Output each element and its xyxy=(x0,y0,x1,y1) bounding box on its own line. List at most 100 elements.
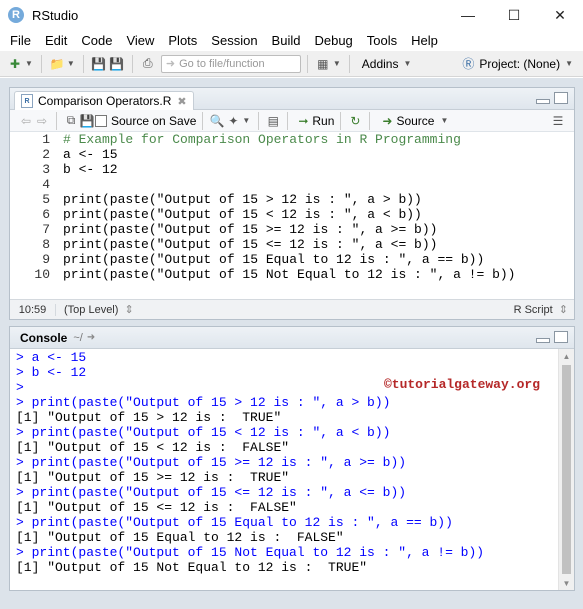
cursor-position: 10:59 xyxy=(10,303,56,316)
console-header: Console ~/ ➜ xyxy=(10,327,574,349)
tab-label: Comparison Operators.R xyxy=(38,94,172,108)
chevron-updown-icon: ⇕ xyxy=(124,304,134,316)
code-line: print(paste("Output of 15 Equal to 12 is… xyxy=(63,252,485,267)
toolbar-divider xyxy=(348,54,350,73)
console-prompt-line[interactable]: > xyxy=(16,575,558,590)
code-line: b <- 12 xyxy=(63,162,118,177)
source-button[interactable]: ➜ Source ▼ xyxy=(382,114,450,128)
console-line: > a <- 15 xyxy=(16,350,87,365)
toolbar-divider xyxy=(287,111,289,130)
scroll-up-icon[interactable]: ▲ xyxy=(559,349,574,363)
menu-debug[interactable]: Debug xyxy=(308,33,358,48)
minimize-pane-icon[interactable] xyxy=(536,99,550,104)
menu-code[interactable]: Code xyxy=(75,33,118,48)
line-number-gutter: 1 2 3 4 5 6 7 8 9 10 xyxy=(10,132,56,297)
menu-tools[interactable]: Tools xyxy=(361,33,403,48)
console-title: Console xyxy=(20,330,68,345)
title-bar: R RStudio — ☐ ✕ xyxy=(0,0,583,30)
chevron-down-icon[interactable]: ▼ xyxy=(67,59,75,68)
chevron-down-icon[interactable]: ▼ xyxy=(242,116,250,125)
compile-report-icon[interactable]: ▤ xyxy=(265,113,281,129)
code-line: print(paste("Output of 15 <= 12 is : ", … xyxy=(63,237,438,252)
project-icon: Ⓡ xyxy=(462,57,475,71)
run-arrow-icon: ➞ xyxy=(298,113,309,128)
scrollbar-thumb[interactable] xyxy=(562,365,571,574)
project-label: Project: (None) xyxy=(479,56,561,71)
line-number: 10 xyxy=(34,267,50,282)
back-arrow-icon[interactable]: ⇦ xyxy=(18,113,34,129)
language-selector[interactable]: R Script ⇕ xyxy=(514,303,568,316)
print-icon[interactable]: ⎙ xyxy=(139,55,157,73)
console-line: [1] "Output of 15 <= 12 is : FALSE" xyxy=(16,500,297,515)
toolbar-divider xyxy=(82,54,84,73)
menu-bar: File Edit Code View Plots Session Build … xyxy=(0,30,583,51)
code-line: a <- 15 xyxy=(63,147,118,162)
source-arrow-icon: ➜ xyxy=(382,113,393,128)
console-line: > print(paste("Output of 15 > 12 is : ",… xyxy=(16,395,391,410)
document-outline-icon[interactable]: ☰ xyxy=(550,113,566,129)
addins-button[interactable]: Addins ▼ xyxy=(362,57,414,71)
save-all-icon[interactable]: 💾 xyxy=(108,55,126,73)
rerun-icon[interactable]: ↻ xyxy=(347,113,363,129)
grid-layout-icon[interactable]: ▦ xyxy=(314,55,332,73)
new-file-icon[interactable]: ✚ xyxy=(6,55,24,73)
watermark: ©tutorialgateway.org xyxy=(383,377,540,392)
console-line: > print(paste("Output of 15 Not Equal to… xyxy=(16,545,485,560)
line-number: 4 xyxy=(42,177,50,192)
close-icon[interactable]: ✕ xyxy=(537,0,583,30)
show-in-window-icon[interactable]: ⧉ xyxy=(63,113,79,129)
console-line: > print(paste("Output of 15 < 12 is : ",… xyxy=(16,425,391,440)
maximize-icon[interactable]: ☐ xyxy=(491,0,537,30)
console-pane: Console ~/ ➜ > a <- 15 > b <- 12 > > pri… xyxy=(9,326,575,591)
minimize-pane-icon[interactable] xyxy=(536,338,550,343)
console-output[interactable]: > a <- 15 > b <- 12 > > print(paste("Out… xyxy=(10,349,558,590)
save-icon[interactable]: 💾 xyxy=(90,55,108,73)
goto-directory-icon[interactable]: ➜ xyxy=(87,332,95,343)
project-menu[interactable]: Ⓡ Project: (None) ▼ xyxy=(462,55,575,72)
window-title: RStudio xyxy=(32,7,79,23)
source-tabbar: R Comparison Operators.R ✖ xyxy=(10,88,574,110)
toolbar-divider xyxy=(40,54,42,73)
search-icon[interactable]: 🔍 xyxy=(209,113,225,129)
toolbar-divider xyxy=(202,111,204,130)
maximize-pane-icon[interactable] xyxy=(554,331,568,343)
chevron-down-icon[interactable]: ▼ xyxy=(25,59,33,68)
line-number: 7 xyxy=(42,222,50,237)
code-line: print(paste("Output of 15 > 12 is : ", a… xyxy=(63,192,422,207)
code-editor[interactable]: 1 2 3 4 5 6 7 8 9 10 # Example for Compa… xyxy=(10,132,574,297)
save-icon[interactable]: 💾 xyxy=(79,113,95,129)
language-label: R Script xyxy=(513,304,553,316)
menu-plots[interactable]: Plots xyxy=(162,33,203,48)
chevron-down-icon: ▼ xyxy=(565,59,573,68)
menu-help[interactable]: Help xyxy=(405,33,444,48)
maximize-pane-icon[interactable] xyxy=(554,92,568,104)
scroll-down-icon[interactable]: ▼ xyxy=(559,576,574,590)
toolbar-divider xyxy=(56,111,57,130)
addins-label: Addins xyxy=(361,56,399,71)
main-toolbar: ✚ ▼ 📁 ▼ 💾 💾 ⎙ ➜ Go to file/function ▦ ▼ Add… xyxy=(0,51,583,77)
menu-file[interactable]: File xyxy=(4,33,37,48)
menu-view[interactable]: View xyxy=(120,33,160,48)
open-folder-icon[interactable]: 📁 xyxy=(48,55,66,73)
menu-edit[interactable]: Edit xyxy=(39,33,73,48)
chevron-down-icon[interactable]: ▼ xyxy=(333,59,341,68)
minimize-icon[interactable]: — xyxy=(445,0,491,30)
toolbar-divider xyxy=(340,111,342,130)
console-line: [1] "Output of 15 Equal to 12 is : FALSE… xyxy=(16,530,344,545)
toolbar-divider xyxy=(131,54,133,73)
run-label: Run xyxy=(312,113,335,128)
console-scrollbar[interactable]: ▲ ▼ xyxy=(558,349,574,590)
close-tab-icon[interactable]: ✖ xyxy=(177,95,186,108)
menu-build[interactable]: Build xyxy=(266,33,307,48)
source-on-save-checkbox[interactable] xyxy=(95,114,107,127)
goto-file-input[interactable]: ➜ Go to file/function xyxy=(160,54,301,73)
toolbar-divider xyxy=(258,111,260,130)
code-tools-wand-icon[interactable]: ✦ xyxy=(225,113,241,129)
run-button[interactable]: ➞ Run xyxy=(298,114,334,128)
tab-comparison-operators[interactable]: R Comparison Operators.R ✖ xyxy=(14,91,194,110)
source-label: Source xyxy=(396,113,435,128)
menu-session[interactable]: Session xyxy=(205,33,263,48)
scope-selector[interactable]: (Top Level) ⇕ xyxy=(64,303,134,316)
forward-arrow-icon[interactable]: ⇨ xyxy=(34,113,50,129)
